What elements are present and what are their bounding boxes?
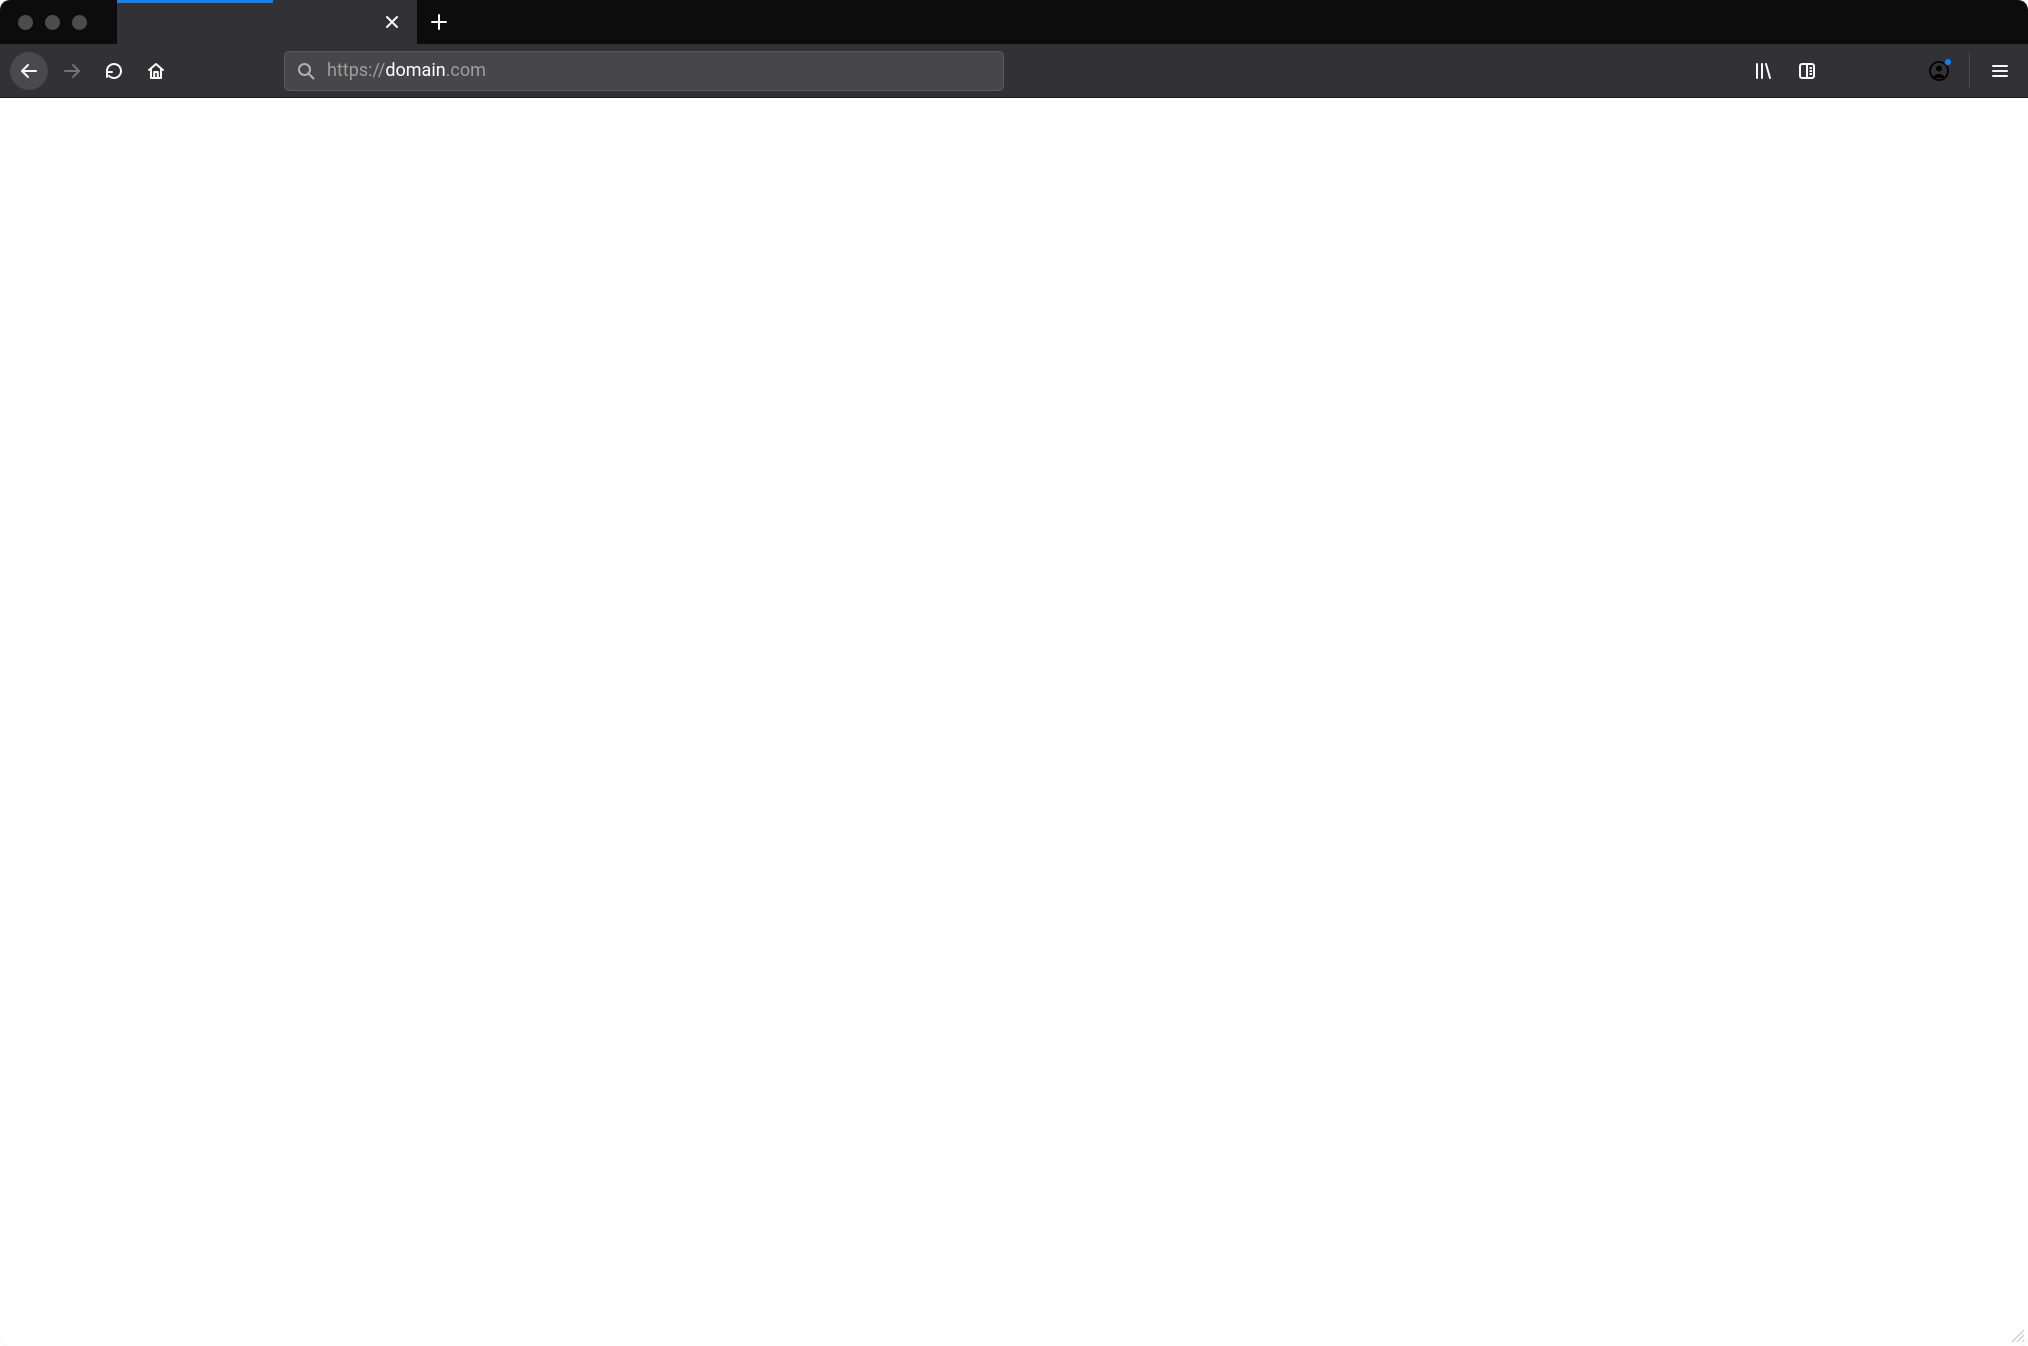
nav-buttons-left [10,52,178,90]
new-tab-button[interactable] [417,0,461,44]
browser-window: https://domain.com [0,0,2028,1346]
window-minimize-button[interactable] [45,15,60,30]
notification-dot [1944,58,1952,66]
url-host: domain [385,60,445,81]
sidebar-button[interactable] [1789,53,1825,89]
sidebar-icon [1797,61,1817,81]
nav-buttons-right [1745,53,2018,89]
window-close-button[interactable] [18,15,33,30]
hamburger-icon [1990,61,2010,81]
url-protocol: https:// [327,60,385,81]
navigation-toolbar: https://domain.com [0,44,2028,98]
address-bar-search-icon [297,62,315,80]
address-bar-text: https://domain.com [327,60,486,81]
forward-button[interactable] [54,53,90,89]
window-zoom-button[interactable] [72,15,87,30]
back-button[interactable] [10,52,48,90]
reload-button[interactable] [96,53,132,89]
url-path: .com [446,60,486,81]
tab-strip [0,0,2028,44]
arrow-right-icon [62,61,82,81]
home-button[interactable] [138,53,174,89]
close-icon [384,14,400,30]
reload-icon [104,61,124,81]
arrow-left-icon [19,61,39,81]
toolbar-divider [1969,54,1970,88]
plus-icon [430,13,448,31]
resize-grip-icon[interactable] [2009,1327,2025,1343]
browser-tab-active[interactable] [117,0,417,44]
window-controls [0,0,117,44]
address-bar[interactable]: https://domain.com [284,51,1004,91]
tab-close-button[interactable] [381,11,403,33]
page-viewport[interactable] [0,98,2028,1346]
library-icon [1753,61,1773,81]
home-icon [146,61,166,81]
tab-loading-indicator [117,0,273,3]
app-menu-button[interactable] [1982,53,2018,89]
search-icon [297,62,315,80]
account-button[interactable] [1921,53,1957,89]
library-button[interactable] [1745,53,1781,89]
